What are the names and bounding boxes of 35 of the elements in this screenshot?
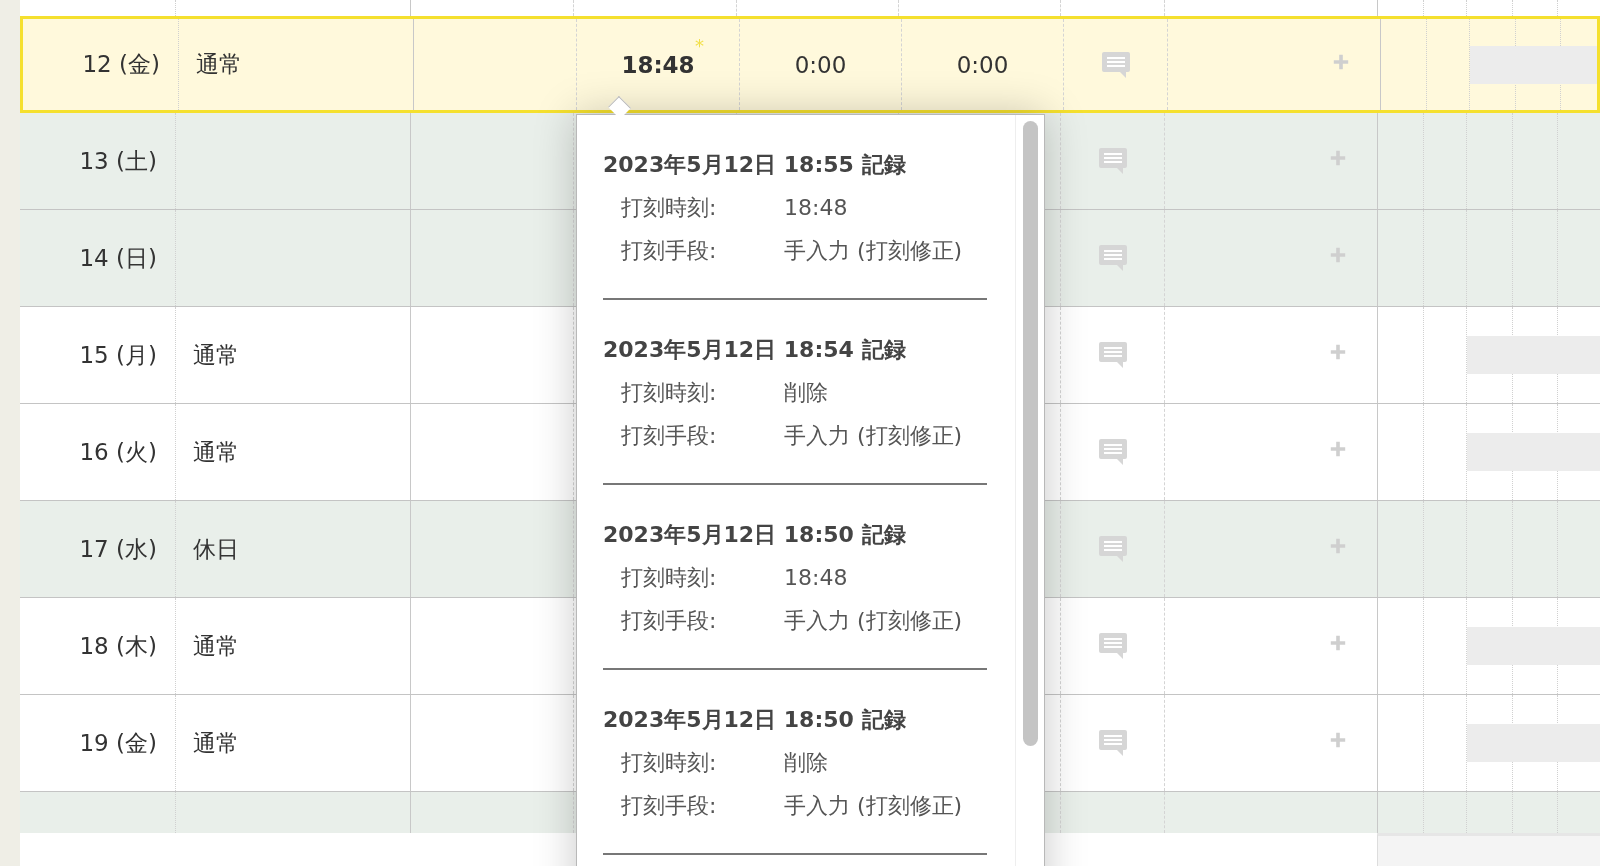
field-value: 削除 [784, 379, 828, 407]
time-value: 0:00 [956, 51, 1009, 78]
field-value: 削除 [784, 749, 828, 777]
field-label: 打刻手段: [621, 607, 718, 635]
record-heading: 2023年5月12日 18:54 記録 [603, 336, 907, 364]
field-label: 打刻手段: [621, 422, 718, 450]
record-heading: 2023年5月12日 18:55 記録 [603, 151, 907, 179]
edited-mark: * [695, 35, 704, 56]
day-type-label: 通常 [193, 437, 239, 467]
day-label: 15 (月) [79, 340, 157, 370]
field-label: 打刻時刻: [621, 749, 718, 777]
day-type-label: 通常 [193, 340, 239, 370]
day-type-label: 通常 [196, 50, 242, 79]
day-label: 17 (水) [79, 534, 157, 564]
day-label: 12 (金) [82, 50, 160, 79]
day-label: 14 (日) [79, 243, 157, 273]
day-label: 13 (土) [79, 146, 157, 176]
day-label: 19 (金) [79, 728, 157, 758]
field-label: 打刻手段: [621, 792, 718, 820]
field-value: 18:48 [784, 564, 848, 592]
field-value: 手入力 (打刻修正) [784, 237, 963, 265]
field-value: 手入力 (打刻修正) [784, 792, 963, 820]
day-type-label: 休日 [193, 534, 239, 564]
field-label: 打刻時刻: [621, 564, 718, 592]
field-value: 手入力 (打刻修正) [784, 607, 963, 635]
field-label: 打刻手段: [621, 237, 718, 265]
record-heading: 2023年5月12日 18:50 記録 [603, 706, 907, 734]
day-label: 18 (木) [79, 631, 157, 661]
day-type-label: 通常 [193, 728, 239, 758]
field-label: 打刻時刻: [621, 379, 718, 407]
field-value: 手入力 (打刻修正) [784, 422, 963, 450]
record-heading: 2023年5月12日 18:50 記録 [603, 521, 907, 549]
day-type-label: 通常 [193, 631, 239, 661]
time-value: 0:00 [794, 51, 847, 78]
day-label: 16 (火) [79, 437, 157, 467]
